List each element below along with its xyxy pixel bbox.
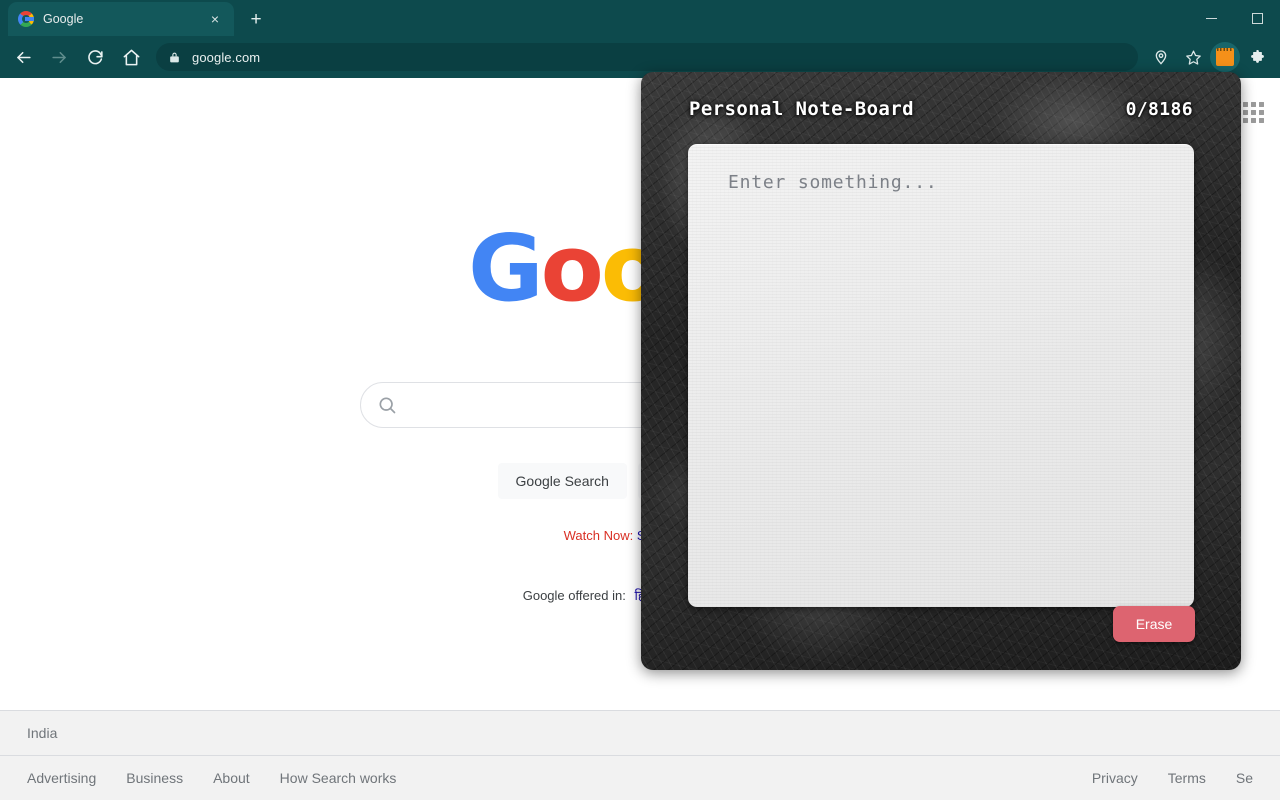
home-button[interactable]	[116, 42, 146, 72]
note-placeholder: Enter something...	[728, 172, 938, 193]
tab-title: Google	[43, 12, 84, 26]
location-pin-icon[interactable]	[1146, 42, 1176, 72]
notepad-extension-icon[interactable]	[1210, 42, 1240, 72]
footer-link-settings[interactable]: Se	[1236, 770, 1253, 786]
google-search-button[interactable]: Google Search	[497, 463, 627, 499]
google-apps-grid-icon[interactable]	[1243, 102, 1264, 123]
back-arrow-icon	[16, 51, 31, 63]
window-controls	[1188, 0, 1280, 36]
home-icon	[123, 49, 139, 65]
lock-icon	[168, 51, 181, 64]
note-board-header: Personal Note-Board 0/8186	[641, 72, 1241, 146]
footer-link-terms[interactable]: Terms	[1168, 770, 1206, 786]
new-tab-button[interactable]: +	[242, 5, 270, 33]
puzzle-extensions-icon[interactable]	[1242, 42, 1272, 72]
star-bookmark-icon[interactable]	[1178, 42, 1208, 72]
search-icon	[379, 397, 396, 414]
footer-links-right: Privacy Terms Se	[1092, 770, 1253, 786]
footer-link-business[interactable]: Business	[126, 770, 183, 786]
promo-prefix: Watch Now:	[563, 528, 634, 543]
minimize-button[interactable]	[1188, 0, 1234, 36]
footer-link-advertising[interactable]: Advertising	[27, 770, 96, 786]
footer-links: Advertising Business About How Search wo…	[0, 756, 1280, 800]
offered-label: Google offered in:	[522, 588, 626, 603]
back-button[interactable]	[8, 42, 38, 72]
address-bar[interactable]: google.com	[156, 43, 1138, 71]
footer-country: India	[0, 711, 1280, 756]
address-bar-url: google.com	[192, 49, 261, 65]
close-tab-icon[interactable]: ×	[206, 10, 224, 28]
reload-icon	[87, 49, 103, 64]
browser-window: Google × + google.com Goo Google Search …	[0, 0, 1280, 800]
note-board-panel: Personal Note-Board 0/8186 Enter somethi…	[641, 72, 1241, 670]
logo-letter: o	[540, 215, 604, 322]
note-textarea[interactable]: Enter something...	[688, 144, 1194, 607]
character-counter: 0/8186	[1125, 98, 1193, 120]
logo-letter: G	[468, 215, 543, 322]
footer-link-about[interactable]: About	[213, 770, 250, 786]
browser-titlebar: Google × +	[0, 0, 1280, 36]
forward-button[interactable]	[44, 42, 74, 72]
toolbar-icons	[1146, 42, 1274, 72]
reload-button[interactable]	[80, 42, 110, 72]
page-footer: India Advertising Business About How Sea…	[0, 710, 1280, 800]
browser-tab-google[interactable]: Google ×	[8, 2, 234, 36]
note-board-title: Personal Note-Board	[689, 98, 914, 120]
erase-button[interactable]: Erase	[1113, 606, 1195, 642]
footer-link-how-search-works[interactable]: How Search works	[280, 770, 397, 786]
forward-arrow-icon	[51, 51, 66, 63]
footer-link-privacy[interactable]: Privacy	[1092, 770, 1138, 786]
google-favicon-icon	[18, 11, 34, 27]
footer-links-left: Advertising Business About How Search wo…	[27, 770, 396, 786]
maximize-button[interactable]	[1234, 0, 1280, 36]
